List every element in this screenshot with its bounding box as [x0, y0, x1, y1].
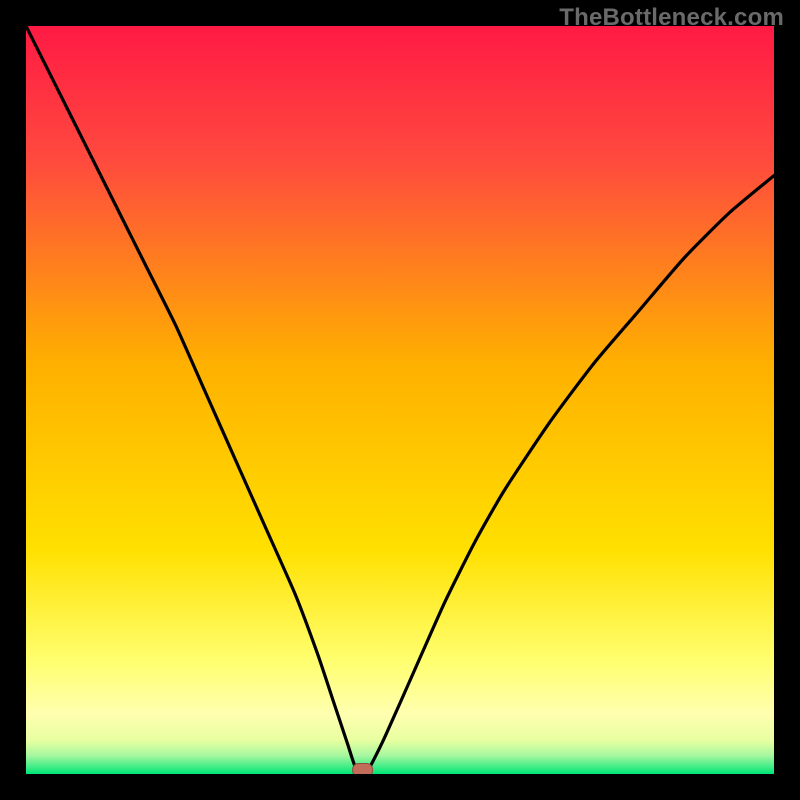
- watermark-text: TheBottleneck.com: [559, 4, 784, 32]
- chart-container: TheBottleneck.com: [0, 0, 800, 800]
- plot-area: [26, 26, 774, 774]
- optimum-marker: [353, 764, 373, 775]
- bottleneck-chart: [26, 26, 774, 774]
- gradient-background: [26, 26, 774, 774]
